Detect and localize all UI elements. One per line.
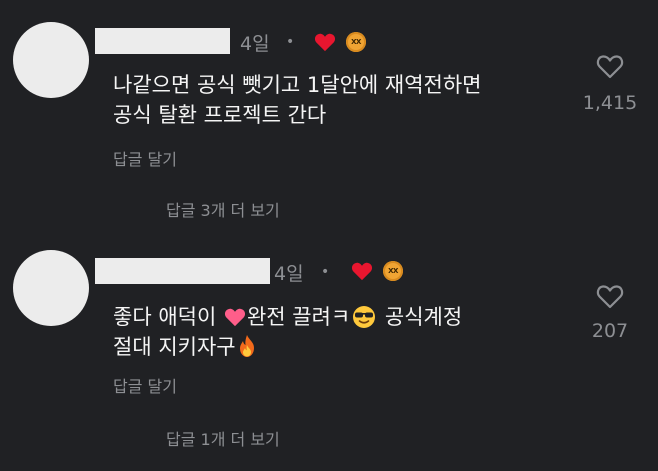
like-heart-outline-icon[interactable] [595,282,625,310]
comment-item: 4일 • XX 좋다 애덕이 완전 끌려ㅋ 공식계정 절대 지키자구 답글 달기… [0,0,658,471]
sunglasses-face-emoji-icon [353,306,376,328]
fire-emoji-icon [239,335,254,357]
comment-text-line: 좋다 애덕이 완전 끌려ㅋ 공식계정 [113,302,558,332]
view-more-replies-button[interactable]: 답글 1개 더 보기 [166,426,280,450]
creator-avatar-badge-icon: XX [383,261,403,281]
pink-heart-emoji-icon [224,308,245,327]
comment-text-segment: 절대 지키자구 [113,335,236,359]
comment-text-segment: 좋다 애덕이 [113,305,223,329]
comment-text-segment: 공식계정 [378,305,463,329]
username-redacted[interactable] [95,258,270,284]
comment-text: 좋다 애덕이 완전 끌려ㅋ 공식계정 절대 지키자구 [113,302,558,362]
creator-heart-icon [351,262,373,281]
reply-button[interactable]: 답글 달기 [113,373,177,397]
like-count: 207 [591,320,629,342]
comment-text-line: 절대 지키자구 [113,332,558,362]
comment-time: 4일 [274,263,304,285]
comment-text-segment: 완전 끌려ㅋ [246,305,351,329]
avatar[interactable] [13,250,89,326]
separator-dot: • [321,264,330,280]
badge-label: XX [388,267,398,275]
